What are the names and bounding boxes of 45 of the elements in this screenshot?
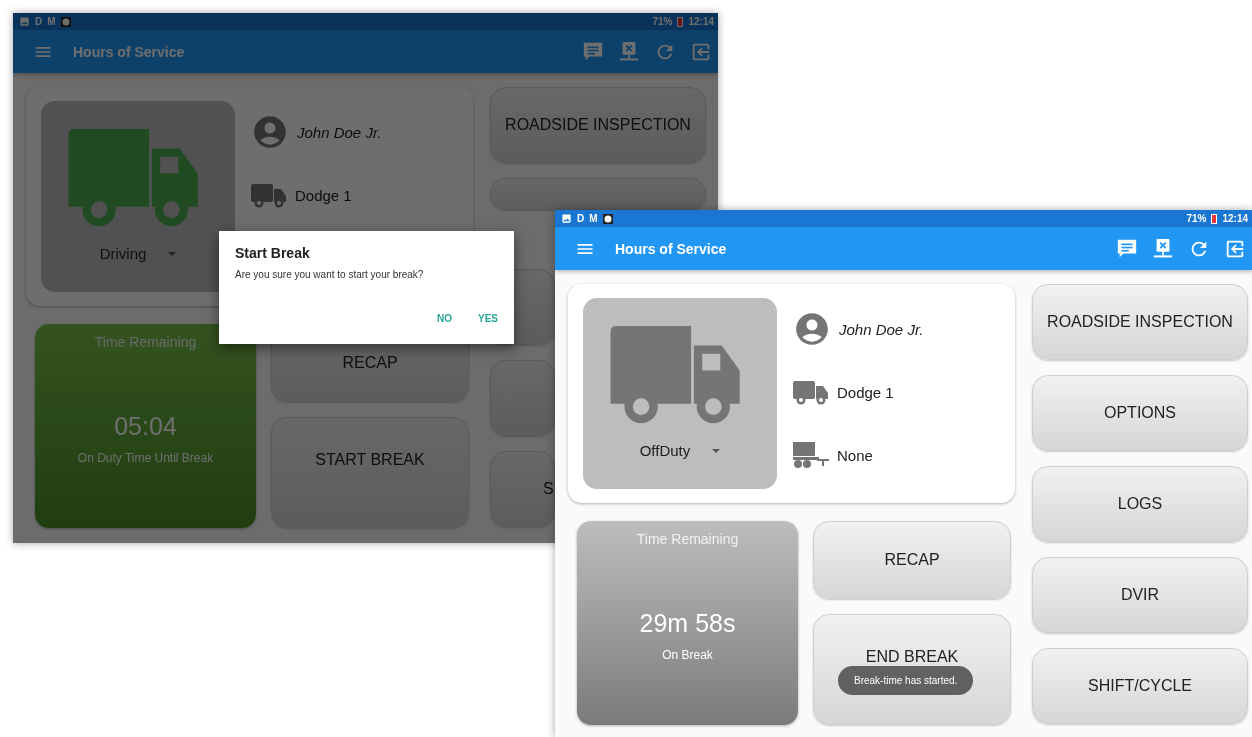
time-value: 29m 58s bbox=[639, 609, 736, 638]
vehicle-name: Dodge 1 bbox=[295, 186, 352, 204]
notification-letter: M bbox=[589, 213, 598, 224]
caret-icon bbox=[712, 448, 721, 453]
clock: 12:14 bbox=[1222, 213, 1248, 224]
time-value: 05:04 bbox=[114, 412, 177, 441]
menu-button[interactable]: DVIR bbox=[1032, 557, 1248, 633]
image-icon bbox=[561, 213, 572, 224]
vehicle-name: Dodge 1 bbox=[837, 383, 894, 401]
menu-button[interactable]: ROADSIDE INSPECTION bbox=[1032, 284, 1248, 360]
time-caption: On Break bbox=[662, 648, 713, 662]
duty-status-select[interactable]: OffDuty bbox=[633, 440, 727, 461]
monitor-x-icon[interactable] bbox=[618, 40, 640, 63]
caret-icon bbox=[168, 251, 177, 256]
panel-title: Time Remaining bbox=[94, 334, 197, 350]
clock: 12:14 bbox=[688, 16, 714, 27]
action-button[interactable]: RECAP bbox=[813, 521, 1011, 599]
truck-icon bbox=[251, 182, 287, 208]
app-title: Hours of Service bbox=[615, 240, 728, 257]
menu-button[interactable]: OPTIONS bbox=[1032, 375, 1248, 451]
time-caption: On Duty Time Until Break bbox=[77, 451, 214, 465]
menu-button[interactable]: LOGS bbox=[1032, 466, 1248, 542]
battery-level: 71% bbox=[652, 16, 673, 27]
dialog-title: Start Break bbox=[235, 245, 311, 261]
notification-letter: D bbox=[577, 213, 585, 224]
app-title: Hours of Service bbox=[73, 43, 186, 60]
driver-name: John Doe Jr. bbox=[839, 320, 924, 338]
person-icon bbox=[251, 113, 289, 151]
battery-icon bbox=[1211, 213, 1218, 224]
notification-letter: M bbox=[47, 16, 56, 27]
image-icon bbox=[19, 16, 30, 27]
panel-title: Time Remaining bbox=[636, 531, 739, 547]
toast-message: Break-time has started. bbox=[838, 666, 974, 695]
person-icon bbox=[793, 310, 831, 348]
driver-name: John Doe Jr. bbox=[297, 123, 382, 141]
menu-button[interactable]: SHIFT/CYCLE bbox=[1032, 648, 1248, 724]
trailer-icon bbox=[793, 442, 829, 468]
trailer-name: None bbox=[837, 446, 873, 464]
duty-status-tile[interactable]: OffDuty bbox=[583, 298, 777, 489]
battery-level: 71% bbox=[1186, 213, 1207, 224]
notification-letter: D bbox=[35, 16, 43, 27]
dialog-message: Are you sure you want to start your break? bbox=[235, 269, 425, 280]
monitor-x-icon[interactable] bbox=[1152, 237, 1174, 260]
battery-icon bbox=[677, 16, 684, 27]
truck-icon bbox=[793, 379, 829, 405]
